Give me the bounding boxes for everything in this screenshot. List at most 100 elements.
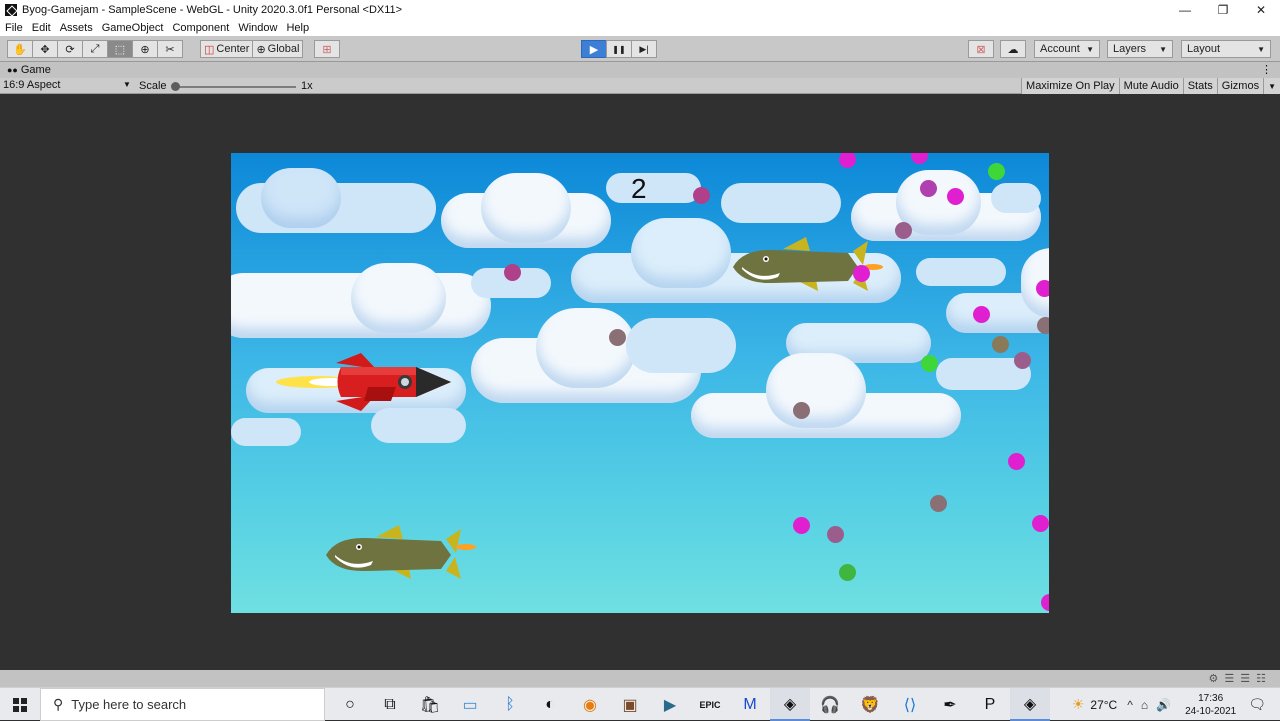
maximize-button[interactable]: ❐ bbox=[1204, 0, 1242, 20]
grid-snap: ⊞ bbox=[314, 40, 340, 58]
menu-bar: File Edit Assets GameObject Component Wi… bbox=[0, 20, 1280, 36]
chevron-down-icon: ▼ bbox=[1257, 44, 1265, 54]
inkscape-icon[interactable]: ✒ bbox=[930, 688, 970, 721]
scale-icon: ⤢ bbox=[90, 42, 100, 55]
store-icon[interactable]: 🛍 bbox=[410, 688, 450, 721]
cloud bbox=[631, 218, 731, 288]
epic-games-icon[interactable]: EPIC bbox=[690, 688, 730, 721]
menu-component[interactable]: Component bbox=[172, 22, 229, 34]
windows-logo-icon bbox=[13, 697, 27, 712]
player-rocket bbox=[276, 353, 451, 411]
gamepad-icon: ●● bbox=[7, 65, 18, 75]
gizmos-dropdown-icon[interactable]: ▼ bbox=[1263, 78, 1280, 94]
minimize-button[interactable]: — bbox=[1166, 0, 1204, 20]
scale-slider-thumb[interactable] bbox=[171, 82, 180, 91]
scale-value: 1x bbox=[301, 80, 313, 92]
pause-button[interactable]: ❚❚ bbox=[606, 40, 632, 58]
menu-window[interactable]: Window bbox=[238, 22, 277, 34]
malwarebytes-icon[interactable]: M bbox=[730, 688, 770, 721]
menu-edit[interactable]: Edit bbox=[32, 22, 51, 34]
transform-tool-button[interactable]: ⊕ bbox=[132, 40, 158, 58]
bluetooth-icon[interactable]: ᛒ bbox=[490, 688, 530, 721]
cortana-icon[interactable]: ○ bbox=[330, 688, 370, 721]
cloud bbox=[351, 263, 446, 333]
weather-widget[interactable]: ☀ 27°C bbox=[1072, 696, 1117, 713]
move-tool-button[interactable]: ✥ bbox=[32, 40, 58, 58]
notification-icon[interactable]: 🗨 bbox=[1248, 696, 1266, 713]
unity-hub-icon[interactable]: ◐ bbox=[530, 688, 570, 721]
clock[interactable]: 17:36 24-10-2021 bbox=[1185, 692, 1236, 718]
stats-button[interactable]: Stats bbox=[1182, 78, 1217, 94]
globe-icon: ⊕ bbox=[256, 43, 266, 56]
step-button[interactable]: ▶| bbox=[631, 40, 657, 58]
task-view-icon[interactable]: ⧉ bbox=[370, 688, 410, 721]
photos-icon[interactable]: ▭ bbox=[450, 688, 490, 721]
title-bar: Byog-Gamejam - SampleScene - WebGL - Uni… bbox=[0, 0, 1280, 20]
game-view-toolbar: 16:9 Aspect ▼ Scale 1x Maximize On Play … bbox=[0, 78, 1280, 94]
tab-menu-icon[interactable]: ⋮ bbox=[1261, 63, 1272, 76]
status-icons: ⚙☰☰☷ bbox=[1208, 673, 1272, 685]
start-button[interactable] bbox=[0, 688, 40, 721]
menu-help[interactable]: Help bbox=[286, 22, 309, 34]
menu-file[interactable]: File bbox=[5, 22, 23, 34]
system-tray: ☀ 27°C ^ ⌂ 🔊 17:36 24-10-2021 🗨 bbox=[1072, 688, 1280, 721]
score-counter: 2 bbox=[631, 173, 647, 204]
gizmos-button[interactable]: Gizmos bbox=[1216, 78, 1264, 94]
collab-button[interactable]: ⊠ bbox=[968, 40, 994, 58]
cloud-button[interactable]: ☁ bbox=[1000, 40, 1026, 58]
tab-game[interactable]: Game bbox=[21, 64, 51, 76]
play-button[interactable]: ▶ bbox=[581, 40, 607, 58]
main-toolbar: ✋ ✥ ⟳ ⤢ ⬚ ⊕ ✂ ◫ Center ⊕ Global ⊞ ▶ ❚❚ ▶| … bbox=[0, 36, 1280, 62]
menu-gameobject[interactable]: GameObject bbox=[102, 22, 164, 34]
magenta-dot bbox=[911, 153, 928, 164]
close-button[interactable]: ✕ bbox=[1242, 0, 1280, 20]
grey-dot bbox=[930, 495, 947, 512]
maximize-on-play-button[interactable]: Maximize On Play bbox=[1021, 78, 1119, 94]
app-p-icon[interactable]: P bbox=[970, 688, 1010, 721]
grey-dot bbox=[609, 329, 626, 346]
pivot-tools: ◫ Center ⊕ Global bbox=[200, 40, 304, 58]
network-icon[interactable]: ⌂ bbox=[1141, 698, 1148, 712]
magenta-dot bbox=[1041, 594, 1049, 611]
pivot-center-button[interactable]: ◫ Center bbox=[200, 40, 254, 58]
hand-tool-button[interactable]: ✋ bbox=[7, 40, 33, 58]
magenta-dot bbox=[1032, 515, 1049, 532]
grid-snap-button[interactable]: ⊞ bbox=[314, 40, 340, 58]
grid-snap-icon: ⊞ bbox=[322, 43, 332, 56]
rotate-tool-button[interactable]: ⟳ bbox=[57, 40, 83, 58]
game-icon[interactable]: ▣ bbox=[610, 688, 650, 721]
scale-tool-button[interactable]: ⤢ bbox=[82, 40, 108, 58]
space-global-button[interactable]: ⊕ Global bbox=[252, 40, 304, 58]
custom-tool-icon: ✂ bbox=[165, 43, 175, 56]
mute-audio-button[interactable]: Mute Audio bbox=[1118, 78, 1183, 94]
grey-dot bbox=[992, 336, 1009, 353]
layers-dropdown[interactable]: Layers ▼ bbox=[1107, 40, 1173, 58]
scale-slider-track[interactable] bbox=[174, 86, 296, 88]
green-dot bbox=[921, 355, 938, 372]
aspect-dropdown[interactable]: 16:9 Aspect bbox=[3, 79, 61, 91]
blender-icon[interactable]: ◉ bbox=[570, 688, 610, 721]
volume-icon[interactable]: 🔊 bbox=[1156, 698, 1171, 712]
taskbar-search[interactable]: ⚲ Type here to search bbox=[40, 688, 325, 721]
windows-taskbar: ⚲ Type here to search ○ ⧉ 🛍 ▭ ᛒ ◐ ◉ ▣ ▶ … bbox=[0, 687, 1280, 721]
enemy-shark-missile bbox=[326, 525, 476, 579]
vscode-icon[interactable]: ⟨⟩ bbox=[890, 688, 930, 721]
collab-icon: ⊠ bbox=[976, 43, 986, 56]
account-dropdown[interactable]: Account ▼ bbox=[1034, 40, 1100, 58]
rect-tool-button[interactable]: ⬚ bbox=[107, 40, 133, 58]
tray-chevron-icon[interactable]: ^ bbox=[1127, 698, 1133, 712]
custom-tool-button[interactable]: ✂ bbox=[157, 40, 183, 58]
brave-icon[interactable]: 🦁 bbox=[850, 688, 890, 721]
unity-icon[interactable]: ◈ bbox=[770, 688, 810, 721]
move-icon: ✥ bbox=[40, 43, 50, 56]
game-canvas[interactable]: 2 bbox=[231, 153, 1049, 613]
search-icon: ⚲ bbox=[53, 696, 64, 712]
media-icon[interactable]: ▶ bbox=[650, 688, 690, 721]
menu-assets[interactable]: Assets bbox=[60, 22, 93, 34]
scale-label: Scale bbox=[139, 80, 167, 92]
faded-dot bbox=[895, 222, 912, 239]
layout-dropdown[interactable]: Layout ▼ bbox=[1181, 40, 1271, 58]
cloud bbox=[231, 418, 301, 446]
headphones-icon[interactable]: 🎧 bbox=[810, 688, 850, 721]
unity-editor-icon[interactable]: ◈ bbox=[1010, 688, 1050, 721]
